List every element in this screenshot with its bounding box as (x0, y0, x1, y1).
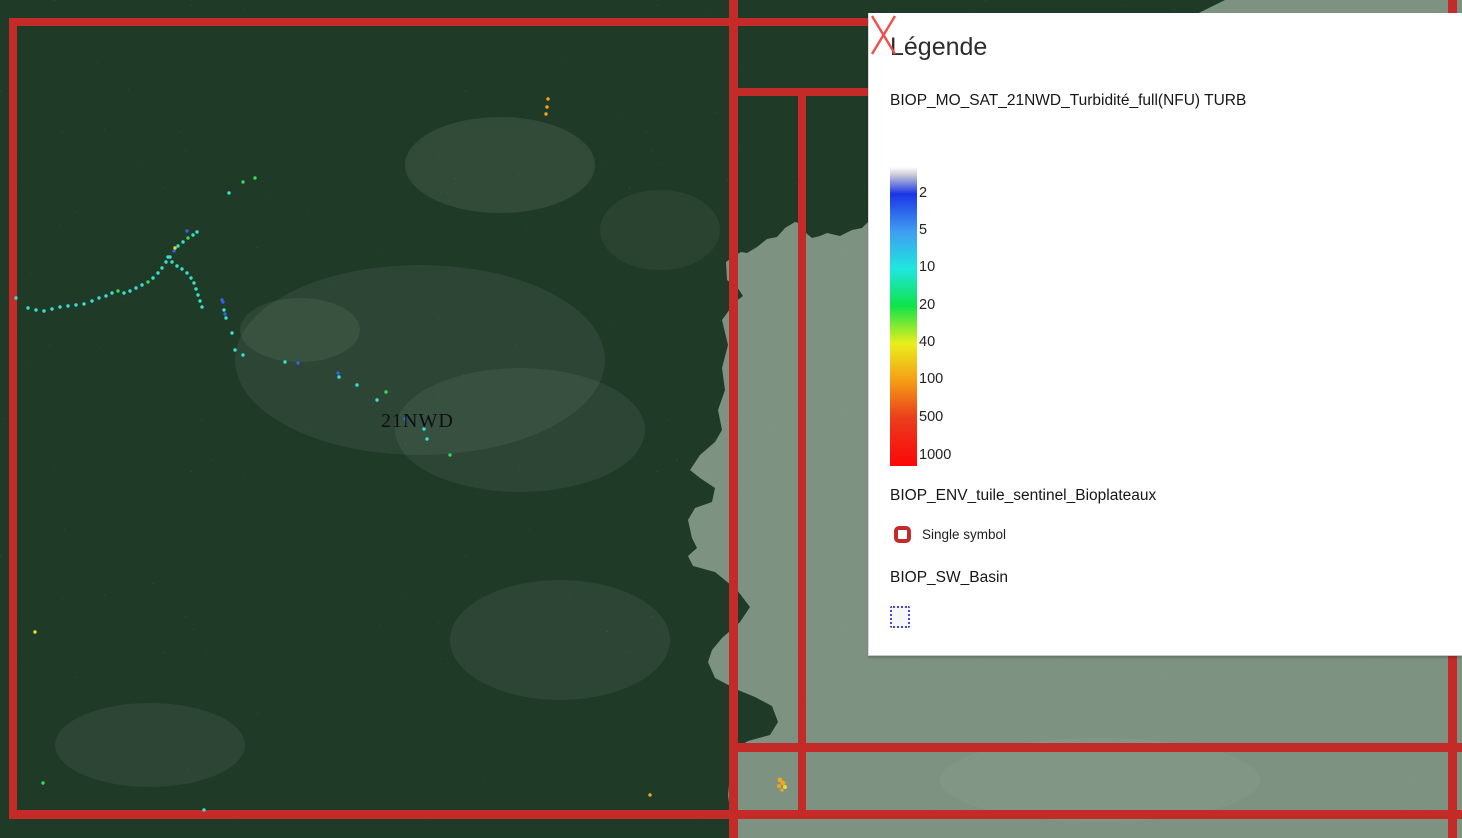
turbidity-dot (222, 308, 225, 311)
turbidity-dot (223, 312, 226, 315)
turbidity-dot (780, 788, 784, 792)
turbidity-dot (180, 267, 183, 270)
tile-boundary-vertical-2 (798, 88, 806, 819)
turbidity-dot (384, 390, 387, 393)
layer-name-turbidity: BIOP_MO_SAT_21NWD_Turbidité_full(NFU) TU… (890, 92, 1246, 110)
turbidity-dot (66, 304, 69, 307)
turbidity-dot (545, 105, 548, 108)
turbidity-dot (170, 260, 173, 263)
turbidity-dot (172, 249, 175, 252)
turbidity-dot (175, 264, 178, 267)
turbidity-dot (448, 453, 451, 456)
turbidity-dot (253, 176, 256, 179)
turbidity-dot (544, 112, 547, 115)
turbidity-dot (202, 808, 205, 811)
turbidity-dot (58, 305, 61, 308)
turbidity-dot (241, 353, 244, 356)
turbidity-dot (160, 266, 163, 269)
ramp-label: 10 (919, 259, 979, 275)
turbidity-dot (783, 785, 787, 789)
turbidity-dot (283, 360, 286, 363)
turbidity-dot (166, 255, 169, 258)
turbidity-dot (648, 793, 651, 796)
turbidity-dot (777, 784, 781, 788)
turbidity-dot (230, 331, 233, 334)
turbidity-dot (241, 180, 244, 183)
turbidity-dot (26, 306, 29, 309)
single-symbol-label: Single symbol (922, 527, 1006, 542)
ramp-label: 5 (919, 222, 979, 238)
turbidity-dot (110, 291, 113, 294)
turbidity-dot (151, 276, 154, 279)
turbidity-dot (192, 281, 195, 284)
ramp-label: 20 (919, 297, 979, 313)
ramp-label: 100 (919, 371, 979, 387)
tile-boundary-left (9, 18, 17, 819)
turbidity-dot (33, 630, 36, 633)
rounded-square-icon (894, 526, 911, 543)
turbidity-dot (221, 300, 224, 303)
turbidity-dot (195, 230, 198, 233)
turbidity-dot (173, 246, 176, 249)
turbidity-dot (336, 371, 339, 374)
turbidity-dot (185, 271, 188, 274)
turbidity-dot (181, 240, 184, 243)
turbidity-dot (104, 294, 107, 297)
ramp-label: 1000 (919, 447, 979, 463)
turbidity-dot (82, 302, 85, 305)
turbidity-dot (116, 289, 119, 292)
turbidity-dot (546, 97, 549, 100)
turbidity-dot (128, 289, 131, 292)
ramp-label: 500 (919, 409, 979, 425)
turbidity-dot (337, 375, 340, 378)
legend-title: Légende (890, 33, 987, 62)
map-tile-label: 21NWD (381, 410, 454, 432)
turbidity-dot (97, 296, 100, 299)
turbidity-dot (233, 348, 236, 351)
turbidity-dot (34, 308, 37, 311)
turbidity-dot (200, 305, 203, 308)
turbidity-color-ramp (890, 167, 917, 466)
turbidity-dot (196, 293, 199, 296)
turbidity-dot (122, 291, 125, 294)
tile-boundary-vertical-1 (729, 0, 738, 838)
turbidity-dot (42, 309, 45, 312)
single-symbol-row: Single symbol (894, 526, 1006, 543)
turbidity-dot (185, 229, 188, 232)
turbidity-dot (90, 299, 93, 302)
layer-name-basin: BIOP_SW_Basin (890, 569, 1008, 587)
turbidity-dot (296, 361, 299, 364)
turbidity-dot (140, 283, 143, 286)
turbidity-dot (189, 276, 192, 279)
turbidity-dot (224, 316, 227, 319)
x-marker-icon (869, 13, 899, 57)
turbidity-dot (781, 781, 786, 786)
turbidity-dot (227, 191, 230, 194)
turbidity-dot (186, 236, 189, 239)
turbidity-dot (146, 280, 149, 283)
gis-viewport: 21NWD Légende BIOP_MO_SAT_21NWD_Turbidit… (0, 0, 1462, 838)
turbidity-dot (164, 260, 167, 263)
dotted-square-icon (890, 606, 910, 628)
turbidity-dot (50, 307, 53, 310)
ramp-label: 40 (919, 334, 979, 350)
legend-panel: Légende BIOP_MO_SAT_21NWD_Turbidité_full… (868, 13, 1462, 656)
turbidity-dot (156, 271, 159, 274)
layer-name-sentinel: BIOP_ENV_tuile_sentinel_Bioplateaux (890, 487, 1156, 505)
turbidity-dot (176, 244, 179, 247)
turbidity-dot (41, 781, 44, 784)
tile-boundary-horizontal-3 (729, 743, 1462, 752)
turbidity-dot (134, 286, 137, 289)
turbidity-dot (198, 299, 201, 302)
turbidity-dot (191, 233, 194, 236)
turbidity-dot (14, 296, 17, 299)
turbidity-dot (425, 437, 428, 440)
turbidity-dot (355, 383, 358, 386)
turbidity-dot (194, 287, 197, 290)
ramp-label: 2 (919, 185, 979, 201)
turbidity-dot (74, 303, 77, 306)
turbidity-dot (375, 398, 378, 401)
